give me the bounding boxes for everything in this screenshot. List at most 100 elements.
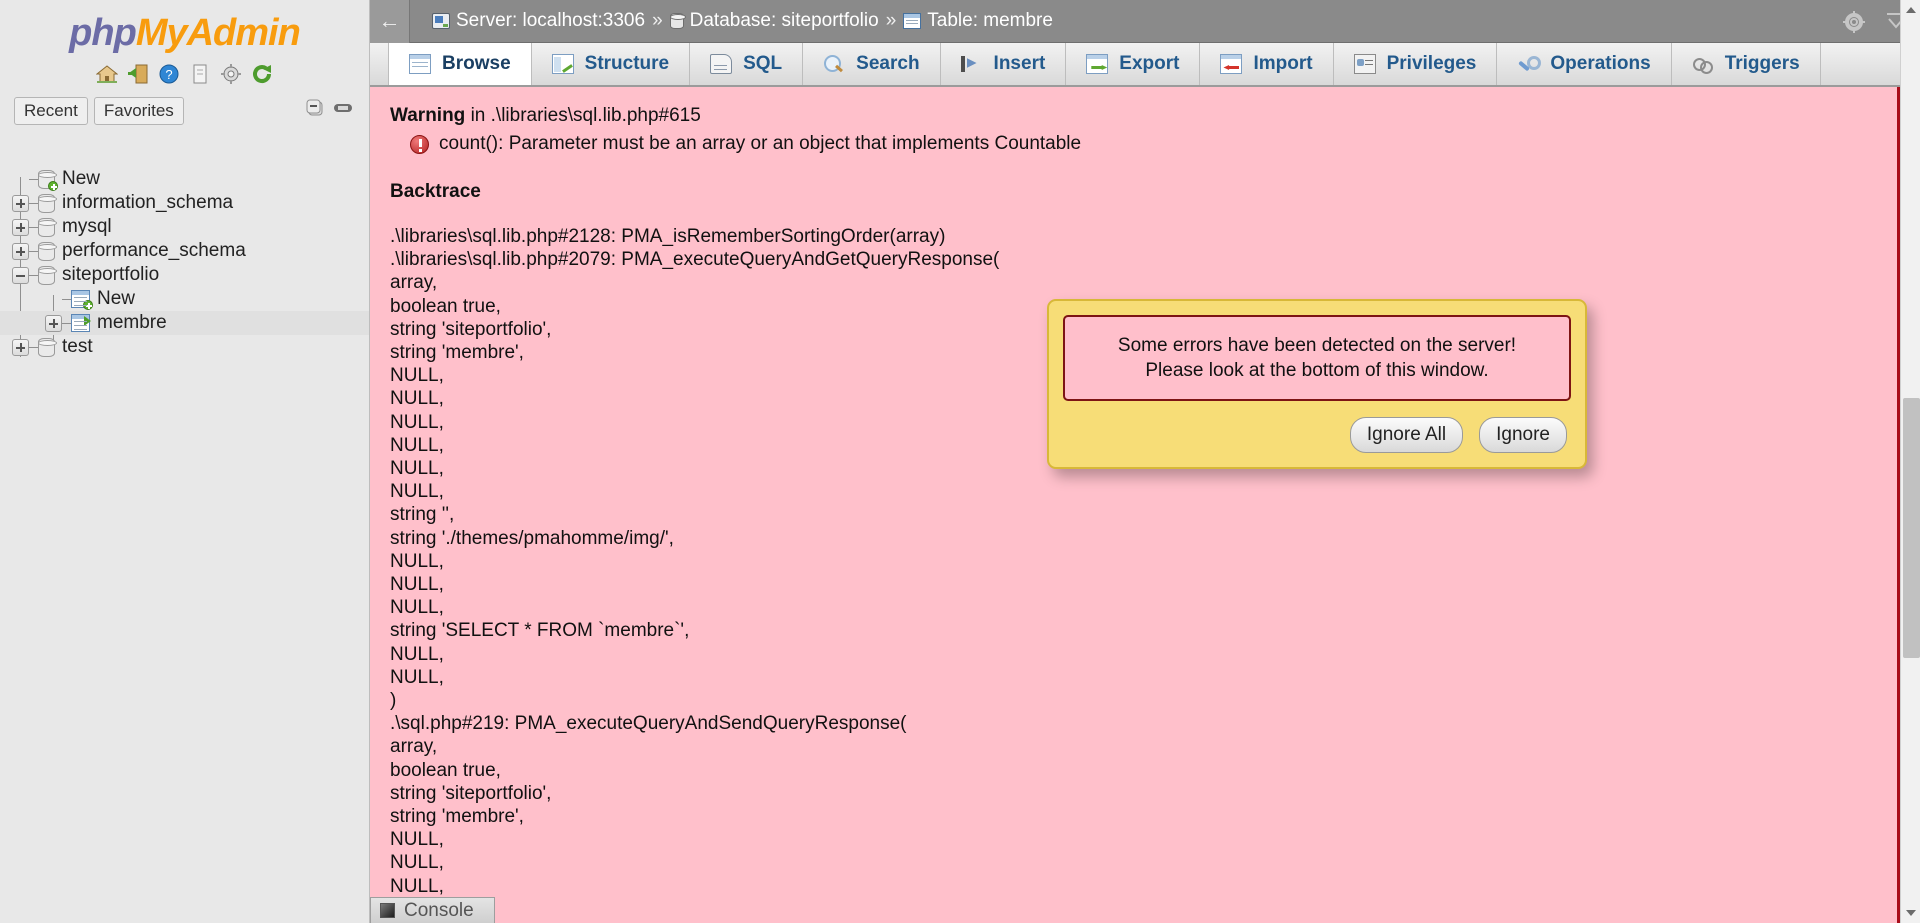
new-table-icon [71,290,93,310]
tab-label: Search [856,53,920,74]
tree-item-information-schema[interactable]: information_schema [0,191,369,215]
phpmyadmin-logo[interactable]: phpMyAdmin [0,0,369,55]
home-icon[interactable] [95,63,119,85]
logo-myadmin-text: MyAdmin [135,12,301,54]
tree-connector [29,178,38,180]
tab-label: Operations [1550,53,1651,74]
ignore-button[interactable]: Ignore [1479,417,1567,453]
tree-item-label: siteportfolio [62,264,160,285]
tab-triggers[interactable]: Triggers [1672,43,1821,85]
tab-export[interactable]: Export [1066,43,1201,85]
database-icon [38,241,57,261]
console-toggle[interactable]: Console [370,897,495,923]
tree-item-test[interactable]: test [0,335,369,359]
tree-controls [305,98,353,118]
scroll-down-arrow-icon[interactable] [1901,903,1920,923]
tab-insert[interactable]: Insert [941,43,1067,85]
breadcrumb-table-label: Table: membre [927,10,1053,31]
warning-message-row: count(): Parameter must be an array or a… [390,133,1900,155]
logout-icon[interactable] [127,63,149,85]
tab-structure[interactable]: Structure [532,43,691,85]
tree-item-membre[interactable]: membre [0,311,369,335]
tree-item-label: New [97,288,136,309]
operations-icon [1517,54,1542,74]
gear-icon[interactable] [1842,10,1866,34]
sql-icon [710,54,733,74]
docs-icon[interactable] [189,63,211,85]
tree-item-siteportfolio[interactable]: siteportfolio [0,263,369,287]
expand-toggle-icon[interactable] [12,338,29,356]
export-icon [1086,54,1109,74]
tree-item-label: New [62,168,101,189]
expand-toggle-icon[interactable] [12,218,29,236]
link-with-main-panel-icon[interactable] [333,98,353,118]
breadcrumb-database-label: Database: siteportfolio [689,10,879,31]
tab-label: SQL [743,53,783,74]
help-icon[interactable]: ? [158,63,180,85]
tab-label: Insert [993,53,1046,74]
error-dialog: Some errors have been detected on the se… [1047,299,1587,469]
breadcrumb-bar: ← Server: localhost:3306 » Database: sit… [370,0,1920,43]
tab-label: Browse [442,53,511,74]
error-content-area: Warning in .\libraries\sql.lib.php#615 c… [370,87,1900,923]
back-button[interactable]: ← [370,0,410,43]
collapse-all-icon[interactable] [305,98,325,118]
phpmyadmin-window: phpMyAdmin ? Recent Favorites New inform… [0,0,1920,923]
topbar-right-icons [1842,0,1908,43]
triggers-icon [1692,54,1714,74]
tree-item-label: test [62,336,93,357]
tree-item-label: mysql [62,216,112,237]
tree-connector [62,298,71,300]
tree-item-mysql[interactable]: mysql [0,215,369,239]
structure-icon [551,54,574,74]
tree-item-new-table[interactable]: New [0,287,369,311]
import-icon [1220,54,1243,74]
dialog-message: Some errors have been detected on the se… [1063,315,1571,401]
expand-toggle-icon[interactable] [45,314,62,332]
database-icon [38,193,57,213]
recent-tab[interactable]: Recent [14,97,88,125]
tree-connector [62,322,71,324]
vertical-scrollbar[interactable] [1900,0,1920,923]
console-icon [380,903,395,918]
expand-toggle-icon[interactable] [12,242,29,260]
reload-icon[interactable] [251,63,273,85]
search-icon [823,54,845,74]
tree-item-new-database[interactable]: New [0,167,369,191]
dialog-message-line2: Please look at the bottom of this window… [1145,360,1489,381]
tab-privileges[interactable]: Privileges [1334,43,1498,85]
scroll-up-arrow-icon[interactable] [1901,0,1920,20]
ignore-all-button[interactable]: Ignore All [1349,417,1464,453]
favorites-tab[interactable]: Favorites [93,97,184,125]
tab-operations[interactable]: Operations [1497,43,1672,85]
scrollbar-thumb[interactable] [1903,398,1920,658]
tree-item-performance-schema[interactable]: performance_schema [0,239,369,263]
insert-icon [960,54,983,74]
warning-word: Warning [390,105,466,126]
database-icon [38,265,57,285]
database-icon [669,13,686,29]
table-icon [903,13,922,29]
tree-connector [29,274,38,276]
sidebar-icon-row: ? [0,61,369,87]
tab-label: Import [1253,53,1313,74]
warning-location: in .\libraries\sql.lib.php#615 [465,105,701,126]
breadcrumb-table[interactable]: Table: membre [903,10,1053,32]
tree-item-label: information_schema [62,192,234,213]
tab-import[interactable]: Import [1200,43,1334,85]
tab-label: Structure [584,53,670,74]
dialog-message-line1: Some errors have been detected on the se… [1117,335,1517,356]
main-panel: ← Server: localhost:3306 » Database: sit… [370,0,1920,923]
breadcrumb-server[interactable]: Server: localhost:3306 [432,10,645,32]
collapse-toggle-icon[interactable] [12,266,29,284]
breadcrumb-database[interactable]: Database: siteportfolio [669,10,879,32]
breadcrumb: Server: localhost:3306 » Database: sitep… [410,10,1053,32]
expand-toggle-icon[interactable] [12,194,29,212]
table-tabs: Browse Structure SQL Search Insert Expor… [370,43,1920,87]
tab-sql[interactable]: SQL [690,43,804,85]
settings-icon[interactable] [220,63,242,85]
tree-connector [29,346,38,348]
tab-browse[interactable]: Browse [388,43,532,85]
tab-search[interactable]: Search [803,43,941,85]
breadcrumb-separator: » [652,10,663,31]
